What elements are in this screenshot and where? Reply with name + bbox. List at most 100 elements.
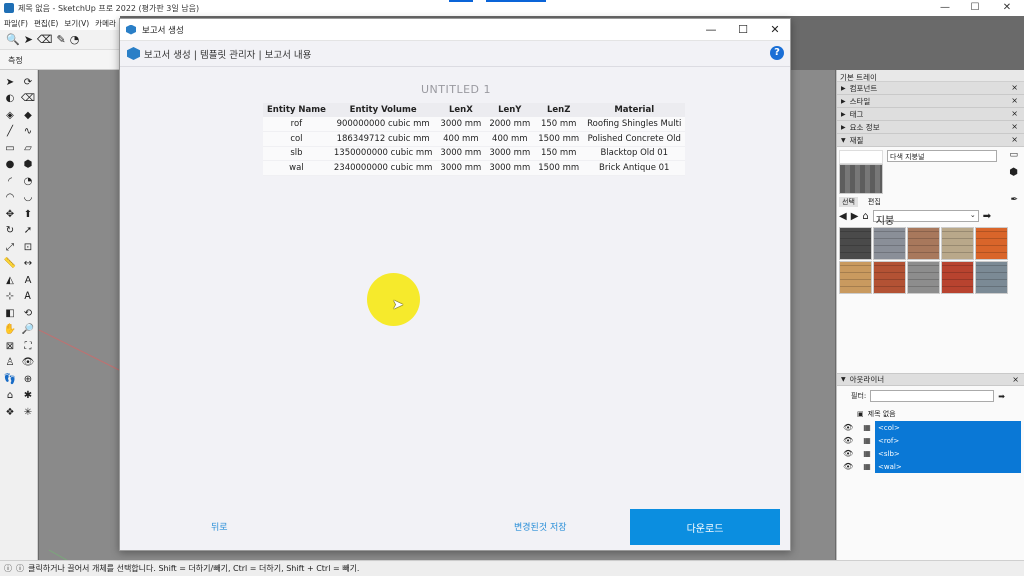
- create-material-icon[interactable]: ⬢: [1009, 167, 1018, 178]
- pencil-icon[interactable]: ✎: [56, 33, 65, 46]
- extension-icon[interactable]: ✱: [19, 388, 37, 405]
- menu-file[interactable]: 파일(F): [4, 18, 28, 29]
- tray-panel-materials[interactable]: ▼ 재질 ×: [837, 134, 1024, 147]
- download-button[interactable]: 다운로드: [630, 509, 780, 545]
- tray-panel-tags[interactable]: ▶ 태그 ×: [837, 108, 1024, 121]
- back-arrow-icon[interactable]: ◀: [839, 211, 847, 222]
- material-swatch[interactable]: [907, 227, 940, 260]
- warehouse-icon[interactable]: ⌂: [1, 388, 19, 405]
- pie-tool-icon[interactable]: ◔: [19, 173, 37, 190]
- close-icon[interactable]: ×: [1011, 109, 1018, 118]
- material-preview[interactable]: [839, 150, 883, 194]
- 3d-text-icon[interactable]: Ꭺ: [19, 289, 37, 306]
- push-pull-icon[interactable]: ⬆: [19, 206, 37, 223]
- zoom-extents-icon[interactable]: ⛶: [19, 338, 37, 355]
- position-camera-icon[interactable]: ♙: [1, 355, 19, 372]
- outliner-options-icon[interactable]: ➡: [998, 392, 1005, 401]
- menu-view[interactable]: 보기(V): [64, 18, 89, 29]
- visibility-eye-icon[interactable]: 👁: [843, 449, 859, 458]
- circle-tool-icon[interactable]: ●: [1, 157, 19, 174]
- orbit-icon[interactable]: ⟳: [19, 74, 37, 91]
- close-icon[interactable]: ×: [1011, 135, 1018, 144]
- search-icon[interactable]: 🔍: [6, 33, 20, 46]
- breadcrumb[interactable]: 보고서 생성 | 템플릿 관리자 | 보고서 내용: [144, 47, 311, 61]
- back-button[interactable]: 뒤로: [211, 520, 228, 533]
- minimize-icon[interactable]: —: [930, 0, 960, 16]
- minimize-icon[interactable]: —: [694, 19, 728, 41]
- maximize-icon[interactable]: ☐: [960, 0, 990, 16]
- eraser-icon[interactable]: ⌫: [19, 91, 37, 108]
- tab-select[interactable]: 선택: [839, 197, 858, 207]
- tape-measure-icon[interactable]: 📏: [1, 256, 19, 273]
- arc-3pt-icon[interactable]: ◡: [19, 190, 37, 207]
- material-swatch[interactable]: [975, 261, 1008, 294]
- material-swatch[interactable]: [941, 261, 974, 294]
- line-tool-icon[interactable]: ╱: [1, 124, 19, 141]
- rotated-rect-icon[interactable]: ▱: [19, 140, 37, 157]
- look-around-icon[interactable]: 👁: [19, 355, 37, 372]
- rectangle-tool-icon[interactable]: ▭: [1, 140, 19, 157]
- close-icon[interactable]: ×: [1012, 375, 1019, 384]
- dialog-titlebar[interactable]: 보고서 생성 — ☐ ✕: [120, 19, 790, 41]
- tray-panel-entity-info[interactable]: ▶ 요소 정보 ×: [837, 121, 1024, 134]
- maximize-icon[interactable]: ☐: [726, 19, 760, 41]
- save-changes-button[interactable]: 변경된것 저장: [514, 520, 567, 533]
- tray-panel-components[interactable]: ▶ 컴포넌트 ×: [837, 82, 1024, 95]
- select-tool-icon[interactable]: ➤: [1, 74, 19, 91]
- filter-input[interactable]: [870, 390, 995, 402]
- help-icon[interactable]: ?: [770, 46, 784, 60]
- material-swatch[interactable]: [839, 227, 872, 260]
- scale-tool-icon[interactable]: ⤢: [1, 239, 19, 256]
- zoom-tool-icon[interactable]: 🔎: [19, 322, 37, 339]
- material-swatch[interactable]: [975, 227, 1008, 260]
- zoom-window-icon[interactable]: ⊠: [1, 338, 19, 355]
- material-name-field[interactable]: 다색 지붕널: [887, 150, 997, 162]
- shape-tool-icon[interactable]: ◔: [70, 33, 80, 46]
- home-icon[interactable]: ⌂: [862, 211, 868, 222]
- offset-tool-icon[interactable]: ⊡: [19, 239, 37, 256]
- eraser-icon[interactable]: ⌫: [37, 33, 53, 46]
- dimension-icon[interactable]: ↔: [19, 256, 37, 273]
- pan-tool-icon[interactable]: ✋: [1, 322, 19, 339]
- visibility-eye-icon[interactable]: 👁: [843, 462, 859, 471]
- close-icon[interactable]: ✕: [758, 19, 792, 41]
- follow-me-icon[interactable]: ➚: [19, 223, 37, 240]
- outliner-item[interactable]: 👁 ▦ <rof>: [843, 434, 1021, 447]
- menu-edit[interactable]: 편집(E): [34, 18, 58, 29]
- polygon-tool-icon[interactable]: ⬢: [19, 157, 37, 174]
- sandbox-icon[interactable]: ❖: [1, 404, 19, 421]
- section-plane-icon[interactable]: ◧: [1, 305, 19, 322]
- sample-paint-icon[interactable]: ✒: [1010, 195, 1018, 205]
- select-tool-icon[interactable]: ➤: [24, 33, 33, 46]
- outliner-item[interactable]: 👁 ▦ <col>: [843, 421, 1021, 434]
- tag-icon[interactable]: ◆: [19, 107, 37, 124]
- outliner-root[interactable]: ▣ 제목 없음: [857, 409, 896, 419]
- material-swatch[interactable]: [941, 227, 974, 260]
- close-icon[interactable]: ×: [1011, 96, 1018, 105]
- move-tool-icon[interactable]: ✥: [1, 206, 19, 223]
- tab-edit[interactable]: 편집: [868, 197, 881, 207]
- close-icon[interactable]: ✕: [992, 0, 1022, 16]
- forward-arrow-icon[interactable]: ▶: [851, 211, 859, 222]
- details-arrow-icon[interactable]: ➡: [983, 211, 991, 222]
- text-tool-icon[interactable]: A: [19, 272, 37, 289]
- material-swatch[interactable]: [907, 261, 940, 294]
- tray-panel-styles[interactable]: ▶ 스타일 ×: [837, 95, 1024, 108]
- material-swatch[interactable]: [839, 261, 872, 294]
- arc-tool-icon[interactable]: ◜: [1, 173, 19, 190]
- protractor-icon[interactable]: ◭: [1, 272, 19, 289]
- arc-2pt-icon[interactable]: ◠: [1, 190, 19, 207]
- status-info-icon[interactable]: ⓘ: [4, 563, 12, 574]
- section-display-icon[interactable]: ⊕: [19, 371, 37, 388]
- close-icon[interactable]: ×: [1011, 83, 1018, 92]
- freehand-icon[interactable]: ∿: [19, 124, 37, 141]
- material-category-select[interactable]: 지붕 ⌄: [872, 210, 979, 227]
- visibility-eye-icon[interactable]: 👁: [843, 423, 859, 432]
- axes-tool-icon[interactable]: ⊹: [1, 289, 19, 306]
- menu-camera[interactable]: 카메라: [95, 18, 116, 29]
- eyedropper-icon[interactable]: ▭: [1009, 150, 1018, 160]
- paint-bucket-icon[interactable]: ◐: [1, 91, 19, 108]
- make-component-icon[interactable]: ◈: [1, 107, 19, 124]
- material-swatch[interactable]: [873, 227, 906, 260]
- rotate-tool-icon[interactable]: ↻: [1, 223, 19, 240]
